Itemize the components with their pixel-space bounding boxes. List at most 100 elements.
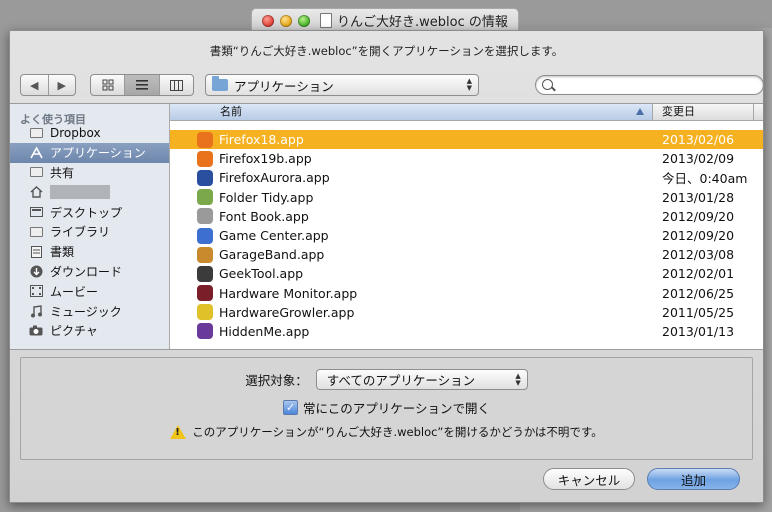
name-column-header[interactable]: 名前 <box>170 104 653 120</box>
chevron-right-icon: ▶ <box>57 78 66 92</box>
sidebar-item-1[interactable]: アプリケーション <box>10 142 169 163</box>
camera-icon <box>29 325 43 337</box>
desktop-icon <box>29 206 43 218</box>
table-row[interactable]: HiddenMe.app 2013/01/13 <box>170 322 763 341</box>
file-date: 2011/05/25 <box>662 304 735 320</box>
file-name: Firefox18.app <box>219 132 304 148</box>
file-name: GarageBand.app <box>219 247 325 263</box>
table-row[interactable]: Firefox18.app 2013/02/06 <box>170 130 763 150</box>
table-row[interactable]: HardwareGrowler.app 2011/05/25 <box>170 303 763 322</box>
info-window-titlebar: りんご大好き.webloc の情報 <box>251 8 519 32</box>
sidebar-item-10[interactable]: ピクチャ <box>10 321 169 341</box>
location-popup[interactable]: アプリケーション ▲ ▼ <box>205 74 479 96</box>
minimize-window-button[interactable] <box>280 14 292 27</box>
file-list: 名前 変更日 Firefox18.app 2013/02/06 Firefox19b… <box>170 104 763 349</box>
close-window-button[interactable] <box>262 14 274 27</box>
music-icon <box>29 304 43 318</box>
warning-text: このアプリケーションが“りんご大好き.webloc”を開けるかどうかは不明です。 <box>192 425 603 439</box>
sidebar-item-5[interactable]: ライブラリ <box>10 222 169 242</box>
table-row[interactable]: Hardware Monitor.app 2012/06/25 <box>170 284 763 303</box>
forward-button[interactable]: ▶ <box>49 75 76 95</box>
file-name: Firefox19b.app <box>219 151 312 167</box>
file-name: Hardware Monitor.app <box>219 285 358 301</box>
folder-icon <box>29 166 43 178</box>
columns-icon <box>169 79 183 91</box>
zoom-window-button[interactable] <box>298 14 310 27</box>
dialog-message: 書類“りんご大好き.webloc”を開くアプリケーションを選択します。 <box>209 44 564 58</box>
sidebar-item-label: ピクチャ <box>50 324 98 339</box>
file-date: 2013/02/09 <box>662 151 735 167</box>
movies-icon <box>29 285 43 298</box>
file-name: HiddenMe.app <box>219 323 310 339</box>
file-date: 2012/09/20 <box>662 208 735 224</box>
table-row[interactable]: Font Book.app 2012/09/20 <box>170 207 763 226</box>
search-field[interactable] <box>535 75 764 95</box>
cancel-button[interactable]: キャンセル <box>543 468 635 490</box>
sidebar-item-2[interactable]: 共有 <box>10 163 169 183</box>
app-icon <box>197 265 213 282</box>
grid-icon <box>102 79 114 91</box>
file-date: 2012/02/01 <box>662 266 735 282</box>
add-button[interactable]: 追加 <box>647 468 740 490</box>
file-name: HardwareGrowler.app <box>219 304 355 320</box>
file-browser: よく使う項目 Dropbox アプリケーション 共有 デスクトップ ライブラリ 書類 ダウン… <box>10 103 763 350</box>
search-icon <box>542 79 553 90</box>
sidebar-item-6[interactable]: 書類 <box>10 242 169 262</box>
file-date: 2012/09/20 <box>662 228 735 244</box>
target-popup[interactable]: すべてのアプリケーション ▲ ▼ <box>315 369 528 390</box>
list-view-button[interactable] <box>125 75 160 95</box>
file-name: Game Center.app <box>219 228 329 244</box>
sidebar-item-8[interactable]: ムービー <box>10 281 169 301</box>
list-header: 名前 変更日 <box>170 104 763 121</box>
location-popup-label: アプリケーション <box>234 78 334 94</box>
sidebar-item-9[interactable]: ミュージック <box>10 301 169 321</box>
table-row[interactable]: GarageBand.app 2012/03/08 <box>170 245 763 264</box>
sidebar-item-label: ミュージック <box>50 304 122 319</box>
view-mode-buttons <box>90 74 194 96</box>
app-icon <box>197 246 213 263</box>
date-column-header[interactable]: 変更日 <box>662 104 695 120</box>
app-icon <box>197 208 213 225</box>
sidebar-item-label: ライブラリ <box>50 225 111 240</box>
icon-view-button[interactable] <box>91 75 126 95</box>
file-date: 2013/02/06 <box>662 132 735 148</box>
file-date: 2012/06/25 <box>662 285 735 301</box>
sidebar-item-7[interactable]: ダウンロード <box>10 262 169 282</box>
app-icon <box>197 323 213 340</box>
sidebar-item-label: 書類 <box>50 245 75 260</box>
app-icon <box>197 150 213 167</box>
table-row[interactable]: Folder Tidy.app 2013/01/28 <box>170 188 763 207</box>
table-row-partial <box>170 121 763 130</box>
updown-arrows-icon: ▲ ▼ <box>466 77 472 92</box>
window-title: りんご大好き.webloc の情報 <box>337 15 508 30</box>
back-button[interactable]: ◀ <box>21 75 49 95</box>
always-open-label: 常にこのアプリケーションで開く <box>302 401 490 416</box>
file-name: GeekTool.app <box>219 266 304 282</box>
app-icon <box>197 304 213 321</box>
sidebar: よく使う項目 Dropbox アプリケーション 共有 デスクトップ ライブラリ 書類 ダウン… <box>10 104 170 349</box>
downloads-icon <box>29 265 43 278</box>
file-date: 2013/01/13 <box>662 323 735 339</box>
sidebar-item-label: ダウンロード <box>50 264 123 279</box>
target-label: 選択対象： <box>245 373 308 388</box>
documents-icon <box>29 245 43 258</box>
sidebar-item-label: 共有 <box>50 165 75 180</box>
column-header-end <box>753 104 763 120</box>
folder-icon <box>29 127 43 139</box>
table-row[interactable]: GeekTool.app 2012/02/01 <box>170 264 763 283</box>
dialog-toolbar: ◀ ▶ アプリケーション ▲ ▼ <box>20 74 764 98</box>
app-icon <box>197 189 213 206</box>
column-view-button[interactable] <box>160 75 193 95</box>
sidebar-item-4[interactable]: デスクトップ <box>10 202 169 222</box>
always-open-option[interactable]: ✓ 常にこのアプリケーションで開く <box>21 398 752 417</box>
sidebar-item-label: アプリケーション <box>50 146 146 161</box>
table-row[interactable]: FirefoxAurora.app 今日、0:40am <box>170 168 763 187</box>
redacted-user-name <box>50 185 110 200</box>
always-open-checkbox[interactable]: ✓ <box>282 400 298 415</box>
app-icon <box>197 169 213 186</box>
sidebar-item-3[interactable] <box>10 182 169 202</box>
table-row[interactable]: Firefox19b.app 2013/02/09 <box>170 149 763 168</box>
sidebar-item-0[interactable]: Dropbox <box>10 123 169 143</box>
file-rows: Firefox18.app 2013/02/06 Firefox19b.app 201… <box>170 121 763 341</box>
table-row[interactable]: Game Center.app 2012/09/20 <box>170 226 763 245</box>
